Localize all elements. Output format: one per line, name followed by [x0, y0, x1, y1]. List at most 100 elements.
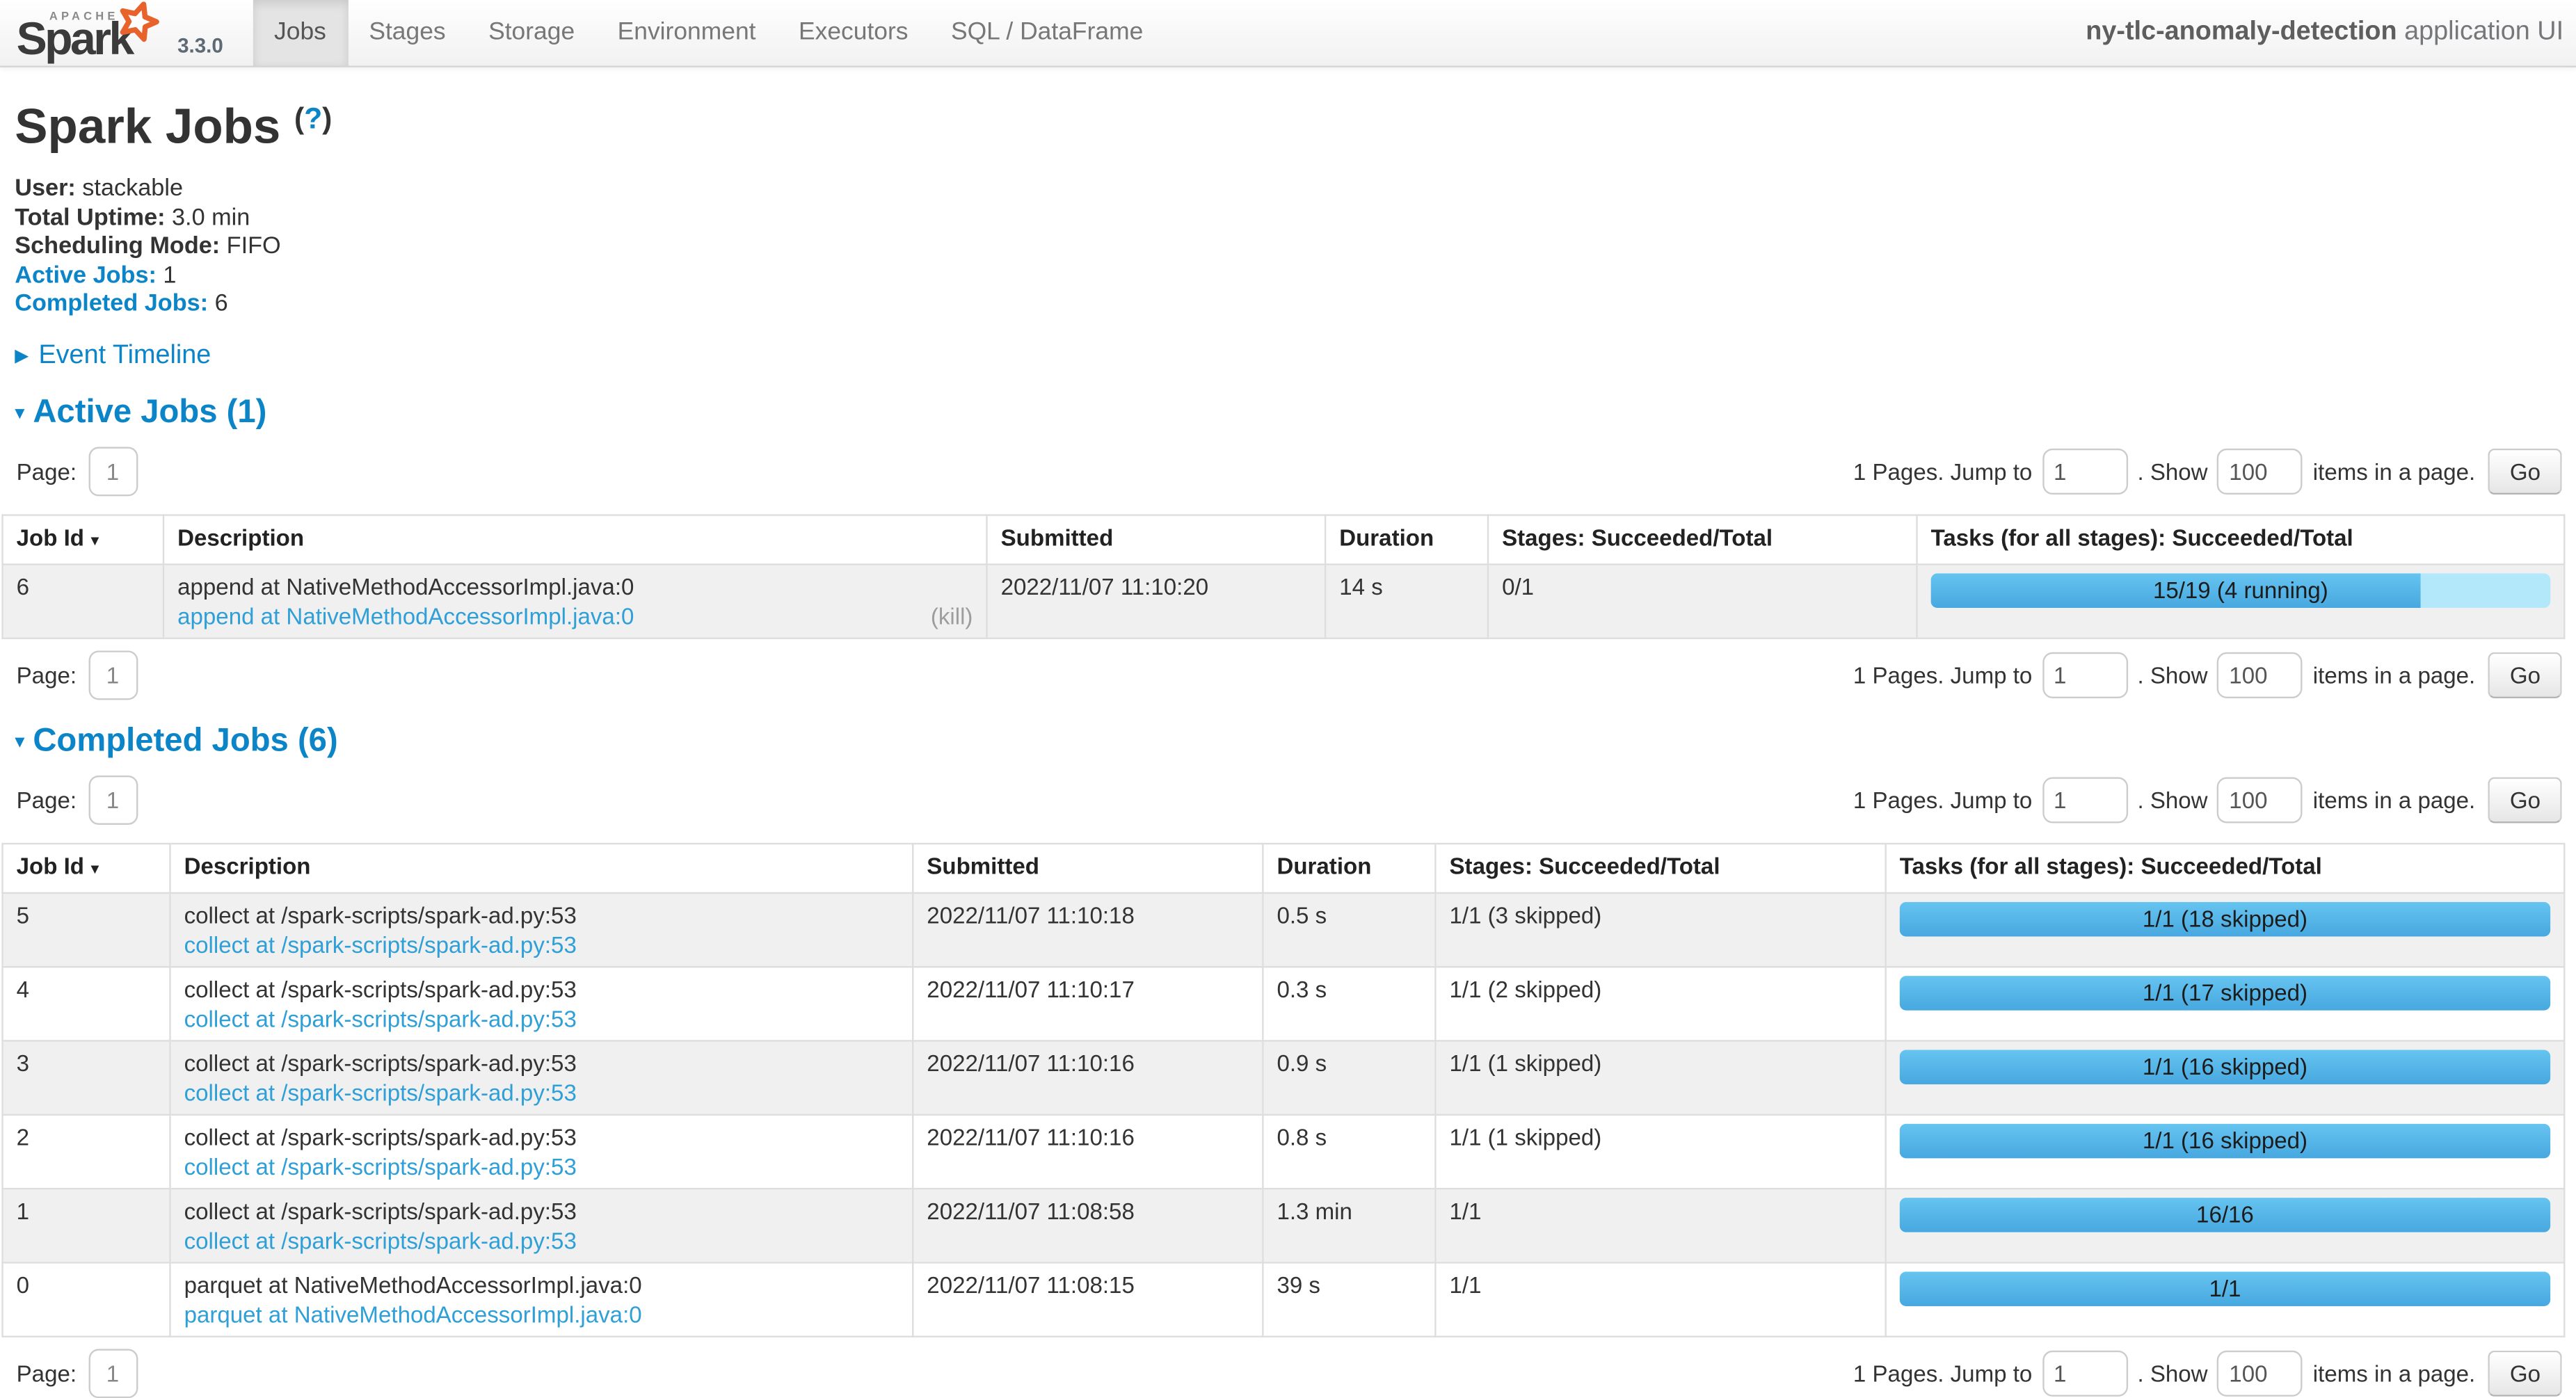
- summary-label: Total Uptime:: [15, 204, 165, 231]
- stages-cell: 1/1 (1 skipped): [1435, 1115, 1885, 1189]
- application-title-suffix: application UI: [2397, 18, 2564, 46]
- description-link[interactable]: append at NativeMethodAccessorImpl.java:…: [177, 602, 634, 632]
- description-cell: collect at /spark-scripts/spark-ad.py:53…: [170, 1189, 913, 1262]
- event-timeline-toggle[interactable]: ▶Event Timeline: [15, 342, 2561, 371]
- items-in-page-text: items in a page.: [2313, 662, 2475, 689]
- column-header-label: Stages: Succeeded/Total: [1449, 853, 1720, 879]
- table-row: 1collect at /spark-scripts/spark-ad.py:5…: [3, 1189, 2565, 1262]
- jump-to-page-input[interactable]: [2042, 777, 2127, 823]
- column-header[interactable]: Submitted: [987, 515, 1326, 564]
- description-line2: collect at /spark-scripts/spark-ad.py:53: [184, 930, 899, 960]
- items-per-page-input[interactable]: [2218, 652, 2303, 698]
- jump-to-page-input[interactable]: [2042, 652, 2127, 698]
- description-line2: collect at /spark-scripts/spark-ad.py:53: [184, 1152, 899, 1182]
- summary-item: Total Uptime:3.0 min: [15, 204, 2561, 234]
- go-button[interactable]: Go: [2488, 449, 2562, 495]
- tab-sql-dataframe[interactable]: SQL / DataFrame: [929, 0, 1165, 65]
- column-header-label: Tasks (for all stages): Succeeded/Total: [1931, 524, 2353, 550]
- description-text: append at NativeMethodAccessorImpl.java:…: [177, 572, 973, 602]
- tasks-progress-bar: 1/1 (17 skipped): [1900, 976, 2550, 1011]
- column-header[interactable]: Description: [170, 844, 913, 893]
- go-button[interactable]: Go: [2488, 652, 2562, 698]
- go-button[interactable]: Go: [2488, 777, 2562, 823]
- description-link[interactable]: parquet at NativeMethodAccessorImpl.java…: [184, 1299, 642, 1329]
- submitted-cell: 2022/11/07 11:08:58: [913, 1189, 1263, 1262]
- duration-cell: 0.8 s: [1263, 1115, 1435, 1189]
- active-jobs-heading[interactable]: ▾Active Jobs (1): [15, 394, 2561, 435]
- pagination-controls: 1 Pages. Jump to . Show items in a page.…: [1853, 777, 2562, 823]
- pages-jump-text: 1 Pages. Jump to: [1853, 787, 2032, 813]
- go-button[interactable]: Go: [2488, 1351, 2562, 1397]
- summary-item: Completed Jobs: 6: [15, 291, 2561, 321]
- duration-cell: 0.9 s: [1263, 1041, 1435, 1114]
- description-text: collect at /spark-scripts/spark-ad.py:53: [184, 1122, 899, 1152]
- column-header[interactable]: Job Id▾: [3, 844, 170, 893]
- column-header[interactable]: Tasks (for all stages): Succeeded/Total: [1886, 844, 2565, 893]
- column-header-label: Stages: Succeeded/Total: [1502, 524, 1773, 550]
- description-link[interactable]: collect at /spark-scripts/spark-ad.py:53: [184, 930, 577, 960]
- tasks-cell: 15/19 (4 running): [1917, 564, 2565, 638]
- summary-label: Scheduling Mode:: [15, 234, 220, 260]
- description-link[interactable]: collect at /spark-scripts/spark-ad.py:53: [184, 1226, 577, 1255]
- description-text: collect at /spark-scripts/spark-ad.py:53: [184, 974, 899, 1004]
- summary-value: 6: [215, 291, 228, 318]
- page-number-input[interactable]: [88, 447, 138, 496]
- help-tooltip[interactable]: (?): [294, 102, 332, 134]
- column-header[interactable]: Submitted: [913, 844, 1263, 893]
- description-cell: parquet at NativeMethodAccessorImpl.java…: [170, 1262, 913, 1336]
- page-content: Spark Jobs (?) User:stackableTotal Uptim…: [0, 100, 2576, 1398]
- show-text: . Show: [2137, 458, 2207, 485]
- column-header-label: Description: [177, 524, 304, 550]
- column-header[interactable]: Stages: Succeeded/Total: [1488, 515, 1917, 564]
- column-header[interactable]: Stages: Succeeded/Total: [1435, 844, 1885, 893]
- job-id-cell: 4: [3, 967, 170, 1041]
- items-per-page-input[interactable]: [2218, 449, 2303, 495]
- chevron-down-icon: ▾: [15, 730, 24, 753]
- column-header[interactable]: Duration: [1325, 515, 1488, 564]
- duration-cell: 0.5 s: [1263, 893, 1435, 967]
- jump-to-page-input[interactable]: [2042, 449, 2127, 495]
- description-text: collect at /spark-scripts/spark-ad.py:53: [184, 1196, 899, 1226]
- completed-jobs-heading[interactable]: ▾Completed Jobs (6): [15, 723, 2561, 764]
- description-cell: collect at /spark-scripts/spark-ad.py:53…: [170, 1115, 913, 1189]
- tasks-progress-bar: 1/1 (16 skipped): [1900, 1124, 2550, 1159]
- items-per-page-input[interactable]: [2218, 777, 2303, 823]
- column-header[interactable]: Duration: [1263, 844, 1435, 893]
- submitted-cell: 2022/11/07 11:10:16: [913, 1115, 1263, 1189]
- duration-cell: 1.3 min: [1263, 1189, 1435, 1262]
- jump-to-page-input[interactable]: [2042, 1351, 2127, 1397]
- column-header[interactable]: Job Id▾: [3, 515, 163, 564]
- pages-jump-text: 1 Pages. Jump to: [1853, 458, 2032, 485]
- chevron-down-icon: ▾: [15, 401, 24, 424]
- page-title: Spark Jobs (?): [15, 100, 2561, 161]
- completed-jobs-pagination-top: Page: 1 Pages. Jump to . Show items in a…: [15, 776, 2561, 825]
- description-link[interactable]: collect at /spark-scripts/spark-ad.py:53: [184, 1004, 577, 1034]
- kill-link[interactable]: (kill): [931, 602, 973, 632]
- summary-label-link[interactable]: Completed Jobs:: [15, 291, 208, 318]
- description-link[interactable]: collect at /spark-scripts/spark-ad.py:53: [184, 1078, 577, 1108]
- description-link[interactable]: collect at /spark-scripts/spark-ad.py:53: [184, 1152, 577, 1182]
- tasks-cell: 1/1 (18 skipped): [1886, 893, 2565, 967]
- tab-stages[interactable]: Stages: [348, 0, 467, 65]
- column-header[interactable]: Description: [163, 515, 986, 564]
- column-header-label: Tasks (for all stages): Succeeded/Total: [1900, 853, 2322, 879]
- tasks-progress-bar: 16/16: [1900, 1198, 2550, 1232]
- job-id-cell: 0: [3, 1262, 170, 1336]
- spark-logo-icon: APACHE Spark: [17, 1, 175, 64]
- summary-label-link[interactable]: Active Jobs:: [15, 262, 157, 289]
- page-number-input[interactable]: [88, 650, 138, 700]
- description-cell: append at NativeMethodAccessorImpl.java:…: [163, 564, 986, 638]
- tasks-progress-bar: 15/19 (4 running): [1931, 573, 2551, 608]
- tab-executors[interactable]: Executors: [777, 0, 929, 65]
- page-number-input[interactable]: [88, 1349, 138, 1398]
- page-number-input[interactable]: [88, 776, 138, 825]
- items-per-page-input[interactable]: [2218, 1351, 2303, 1397]
- tab-jobs[interactable]: Jobs: [253, 0, 347, 65]
- spark-logo[interactable]: APACHE Spark 3.3.0: [17, 1, 223, 64]
- description-cell: collect at /spark-scripts/spark-ad.py:53…: [170, 893, 913, 967]
- items-in-page-text: items in a page.: [2313, 458, 2475, 485]
- tab-environment[interactable]: Environment: [596, 0, 777, 65]
- items-in-page-text: items in a page.: [2313, 787, 2475, 813]
- column-header[interactable]: Tasks (for all stages): Succeeded/Total: [1917, 515, 2565, 564]
- tab-storage[interactable]: Storage: [467, 0, 596, 65]
